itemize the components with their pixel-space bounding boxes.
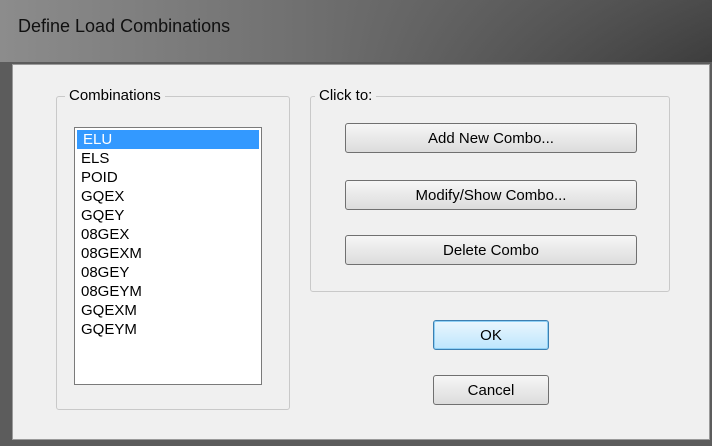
cancel-button[interactable]: Cancel bbox=[433, 375, 549, 405]
list-item[interactable]: 08GEY bbox=[75, 263, 261, 282]
list-item[interactable]: GQEX bbox=[75, 187, 261, 206]
delete-combo-button[interactable]: Delete Combo bbox=[345, 235, 637, 265]
combinations-caption: Combinations bbox=[65, 87, 165, 104]
click-to-caption: Click to: bbox=[315, 87, 377, 104]
list-item[interactable]: 08GEX bbox=[75, 225, 261, 244]
title-bar[interactable]: Define Load Combinations bbox=[0, 0, 712, 62]
list-item[interactable]: ELU bbox=[77, 130, 259, 149]
list-item[interactable]: 08GEYM bbox=[75, 282, 261, 301]
modify-show-combo-button[interactable]: Modify/Show Combo... bbox=[345, 180, 637, 210]
list-item[interactable]: GQEXM bbox=[75, 301, 261, 320]
list-item[interactable]: ELS bbox=[75, 149, 261, 168]
ok-button[interactable]: OK bbox=[433, 320, 549, 350]
list-item[interactable]: GQEYM bbox=[75, 320, 261, 339]
list-item[interactable]: 08GEXM bbox=[75, 244, 261, 263]
list-item[interactable]: GQEY bbox=[75, 206, 261, 225]
combinations-list[interactable]: ELU ELS POID GQEX GQEY 08GEX 08GEXM 08GEY 08GEYM… bbox=[74, 127, 262, 385]
window-title: Define Load Combinations bbox=[18, 16, 231, 36]
list-item[interactable]: POID bbox=[75, 168, 261, 187]
add-new-combo-button[interactable]: Add New Combo... bbox=[345, 123, 637, 153]
define-load-combinations-dialog: Define Load Combinations Combinations EL… bbox=[0, 0, 712, 446]
